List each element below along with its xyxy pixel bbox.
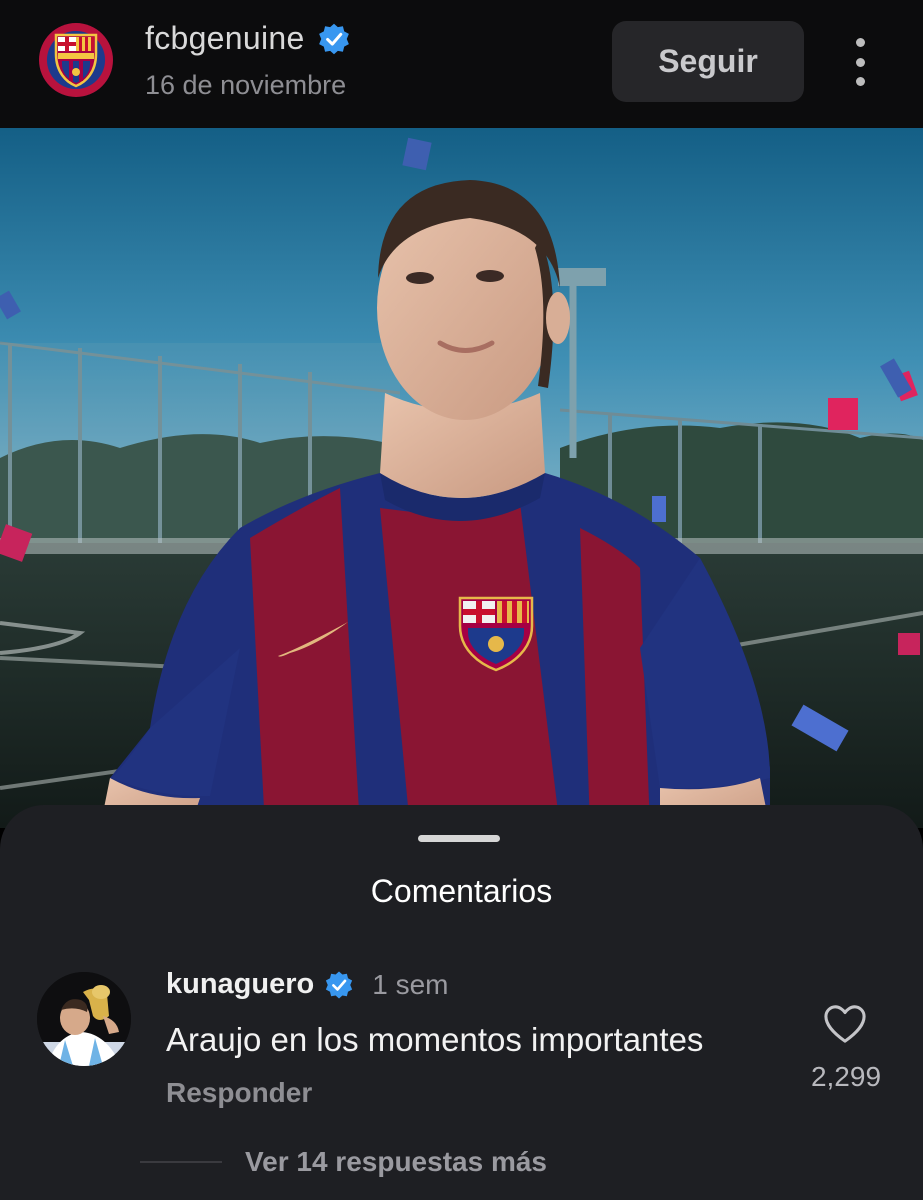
post-date: 16 de noviembre (145, 70, 347, 100)
follow-button[interactable]: Seguir (612, 21, 804, 102)
profile-avatar[interactable] (38, 22, 114, 98)
reply-button[interactable]: Responder (166, 1077, 312, 1109)
comment-time: 1 sem (372, 968, 449, 1000)
verified-badge-icon (318, 23, 349, 54)
avatar-photo (37, 972, 131, 1066)
like-count: 2,299 (810, 1061, 882, 1092)
fcb-crest-icon (54, 33, 98, 88)
post-username[interactable]: fcbgenuine (145, 20, 305, 57)
comment-username[interactable]: kunaguero (166, 968, 314, 1001)
more-options-icon[interactable] (838, 38, 882, 86)
verified-badge-icon (326, 971, 353, 998)
view-replies-button[interactable]: Ver 14 respuestas más (245, 1146, 547, 1178)
sheet-drag-handle[interactable] (418, 835, 500, 842)
post-header: fcbgenuine 16 de noviembre Seguir (0, 0, 923, 128)
post-media-image[interactable] (0, 128, 923, 828)
comments-title: Comentarios (370, 873, 553, 909)
heart-icon[interactable] (822, 1003, 868, 1045)
comment-text: Araujo en los momentos importantes (166, 1021, 704, 1058)
post-photo (0, 128, 923, 828)
comments-sheet: Comentarios kunaguero 1 sem Araujo en lo… (0, 805, 923, 1200)
commenter-avatar[interactable] (37, 972, 131, 1066)
replies-divider (140, 1161, 222, 1163)
